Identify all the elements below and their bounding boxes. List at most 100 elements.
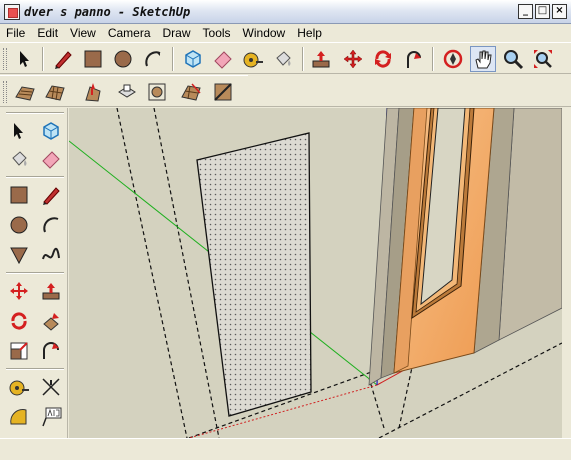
circle-tool-button[interactable] — [110, 46, 136, 72]
text-label-icon — [42, 407, 62, 427]
arc-tool-button[interactable] — [140, 46, 166, 72]
toolbar-separator — [6, 176, 64, 178]
eraser-icon — [214, 51, 232, 69]
toolbar-grip[interactable] — [3, 48, 7, 70]
flip-edge-icon — [214, 83, 232, 101]
drape-icon — [148, 83, 166, 101]
circle-tool-button[interactable] — [6, 212, 32, 238]
minimize-button[interactable]: _ — [518, 4, 533, 19]
scale-icon — [10, 342, 28, 360]
toolbar-separator — [6, 272, 64, 274]
follow-me-icon — [43, 313, 59, 331]
model-canvas[interactable] — [69, 108, 562, 438]
rectangle-icon — [10, 186, 28, 204]
toolbar-grip[interactable] — [3, 81, 7, 103]
menu-window[interactable]: Window — [237, 26, 292, 40]
paint-bucket-icon — [276, 51, 291, 66]
protractor-tool-button[interactable] — [6, 404, 32, 430]
maximize-button[interactable]: □ — [535, 4, 550, 19]
push-pull-button[interactable] — [38, 278, 64, 304]
select-tool-button[interactable] — [12, 46, 38, 72]
eraser-icon — [42, 151, 60, 169]
protractor-icon — [10, 409, 27, 425]
tape-measure-button[interactable] — [240, 46, 266, 72]
title-bar[interactable]: dver s panno - SketchUp _ □ × — [0, 0, 571, 24]
menu-tools[interactable]: Tools — [197, 26, 237, 40]
magnifier-icon — [504, 50, 524, 70]
terrain-grid-icon — [45, 85, 65, 101]
offset-tool-button[interactable] — [38, 338, 64, 364]
smoove-button[interactable] — [80, 79, 106, 105]
dimension-tool-button[interactable] — [38, 374, 64, 400]
toolbar-separator — [42, 47, 44, 71]
line-tool-button[interactable] — [50, 46, 76, 72]
menu-file[interactable]: File — [0, 26, 31, 40]
arrow-cursor-icon — [20, 51, 29, 67]
dotted-panel-face[interactable] — [196, 132, 312, 417]
freehand-tool-button[interactable] — [38, 242, 64, 268]
arc-icon — [145, 51, 161, 67]
rectangle-tool-button[interactable] — [6, 182, 32, 208]
move-tool-button[interactable] — [340, 46, 366, 72]
push-pull-icon — [312, 51, 330, 68]
smoove-icon — [85, 83, 101, 102]
pencil-icon — [55, 51, 72, 69]
drawing-area[interactable] — [69, 108, 562, 438]
make-component-button[interactable] — [180, 46, 206, 72]
menu-camera[interactable]: Camera — [102, 26, 157, 40]
hand-icon — [475, 50, 492, 69]
toolbar-separator — [432, 47, 434, 71]
from-contours-button[interactable] — [12, 79, 38, 105]
paint-bucket-button[interactable] — [270, 46, 296, 72]
rotate-icon — [375, 50, 391, 68]
dimension-icon — [42, 378, 60, 396]
orbit-tool-button[interactable] — [440, 46, 466, 72]
rotate-tool-button[interactable] — [370, 46, 396, 72]
follow-me-button[interactable] — [400, 46, 426, 72]
add-detail-button[interactable] — [178, 79, 204, 105]
status-bar — [0, 438, 571, 460]
sketchup-app-icon[interactable] — [4, 3, 20, 20]
rotate-tool-button[interactable] — [6, 308, 32, 334]
flip-edge-button[interactable] — [210, 79, 236, 105]
rectangle-tool-button[interactable] — [80, 46, 106, 72]
text-tool-button[interactable] — [38, 404, 64, 430]
component-box-icon — [185, 50, 201, 68]
circle-icon — [114, 50, 132, 68]
circle-icon — [10, 216, 28, 234]
move-tool-button[interactable] — [6, 278, 32, 304]
toolbar-separator — [302, 47, 304, 71]
toolbar-empty-area — [248, 75, 571, 107]
polygon-tool-button[interactable] — [6, 242, 32, 268]
eraser-tool-button[interactable] — [38, 146, 64, 172]
menu-bar: File Edit View Camera Draw Tools Window … — [0, 24, 571, 42]
select-tool-button[interactable] — [6, 118, 32, 144]
zoom-tool-button[interactable] — [500, 46, 526, 72]
menu-draw[interactable]: Draw — [157, 26, 197, 40]
close-button[interactable]: × — [552, 4, 567, 19]
zoom-extents-button[interactable] — [530, 46, 556, 72]
drape-button[interactable] — [144, 79, 170, 105]
push-pull-button[interactable] — [308, 46, 334, 72]
follow-me-button[interactable] — [38, 308, 64, 334]
sandbox-toolbar — [0, 75, 248, 107]
sketchup-window: dver s panno - SketchUp _ □ × File Edit … — [0, 0, 571, 460]
pan-tool-button[interactable] — [470, 46, 496, 72]
tape-measure-icon — [243, 52, 263, 68]
offset-icon — [43, 342, 59, 359]
scale-tool-button[interactable] — [6, 338, 32, 364]
line-tool-button[interactable] — [38, 182, 64, 208]
paint-bucket-button[interactable] — [6, 146, 32, 172]
window-title: dver s panno - SketchUp — [24, 4, 191, 19]
arc-tool-button[interactable] — [38, 212, 64, 238]
eraser-tool-button[interactable] — [210, 46, 236, 72]
make-component-button[interactable] — [38, 118, 64, 144]
stamp-button[interactable] — [114, 79, 140, 105]
freehand-icon — [42, 247, 60, 260]
arc-icon — [43, 217, 59, 233]
tape-measure-button[interactable] — [6, 374, 32, 400]
menu-help[interactable]: Help — [291, 26, 328, 40]
from-scratch-button[interactable] — [42, 79, 68, 105]
menu-edit[interactable]: Edit — [31, 26, 64, 40]
menu-view[interactable]: View — [64, 26, 102, 40]
